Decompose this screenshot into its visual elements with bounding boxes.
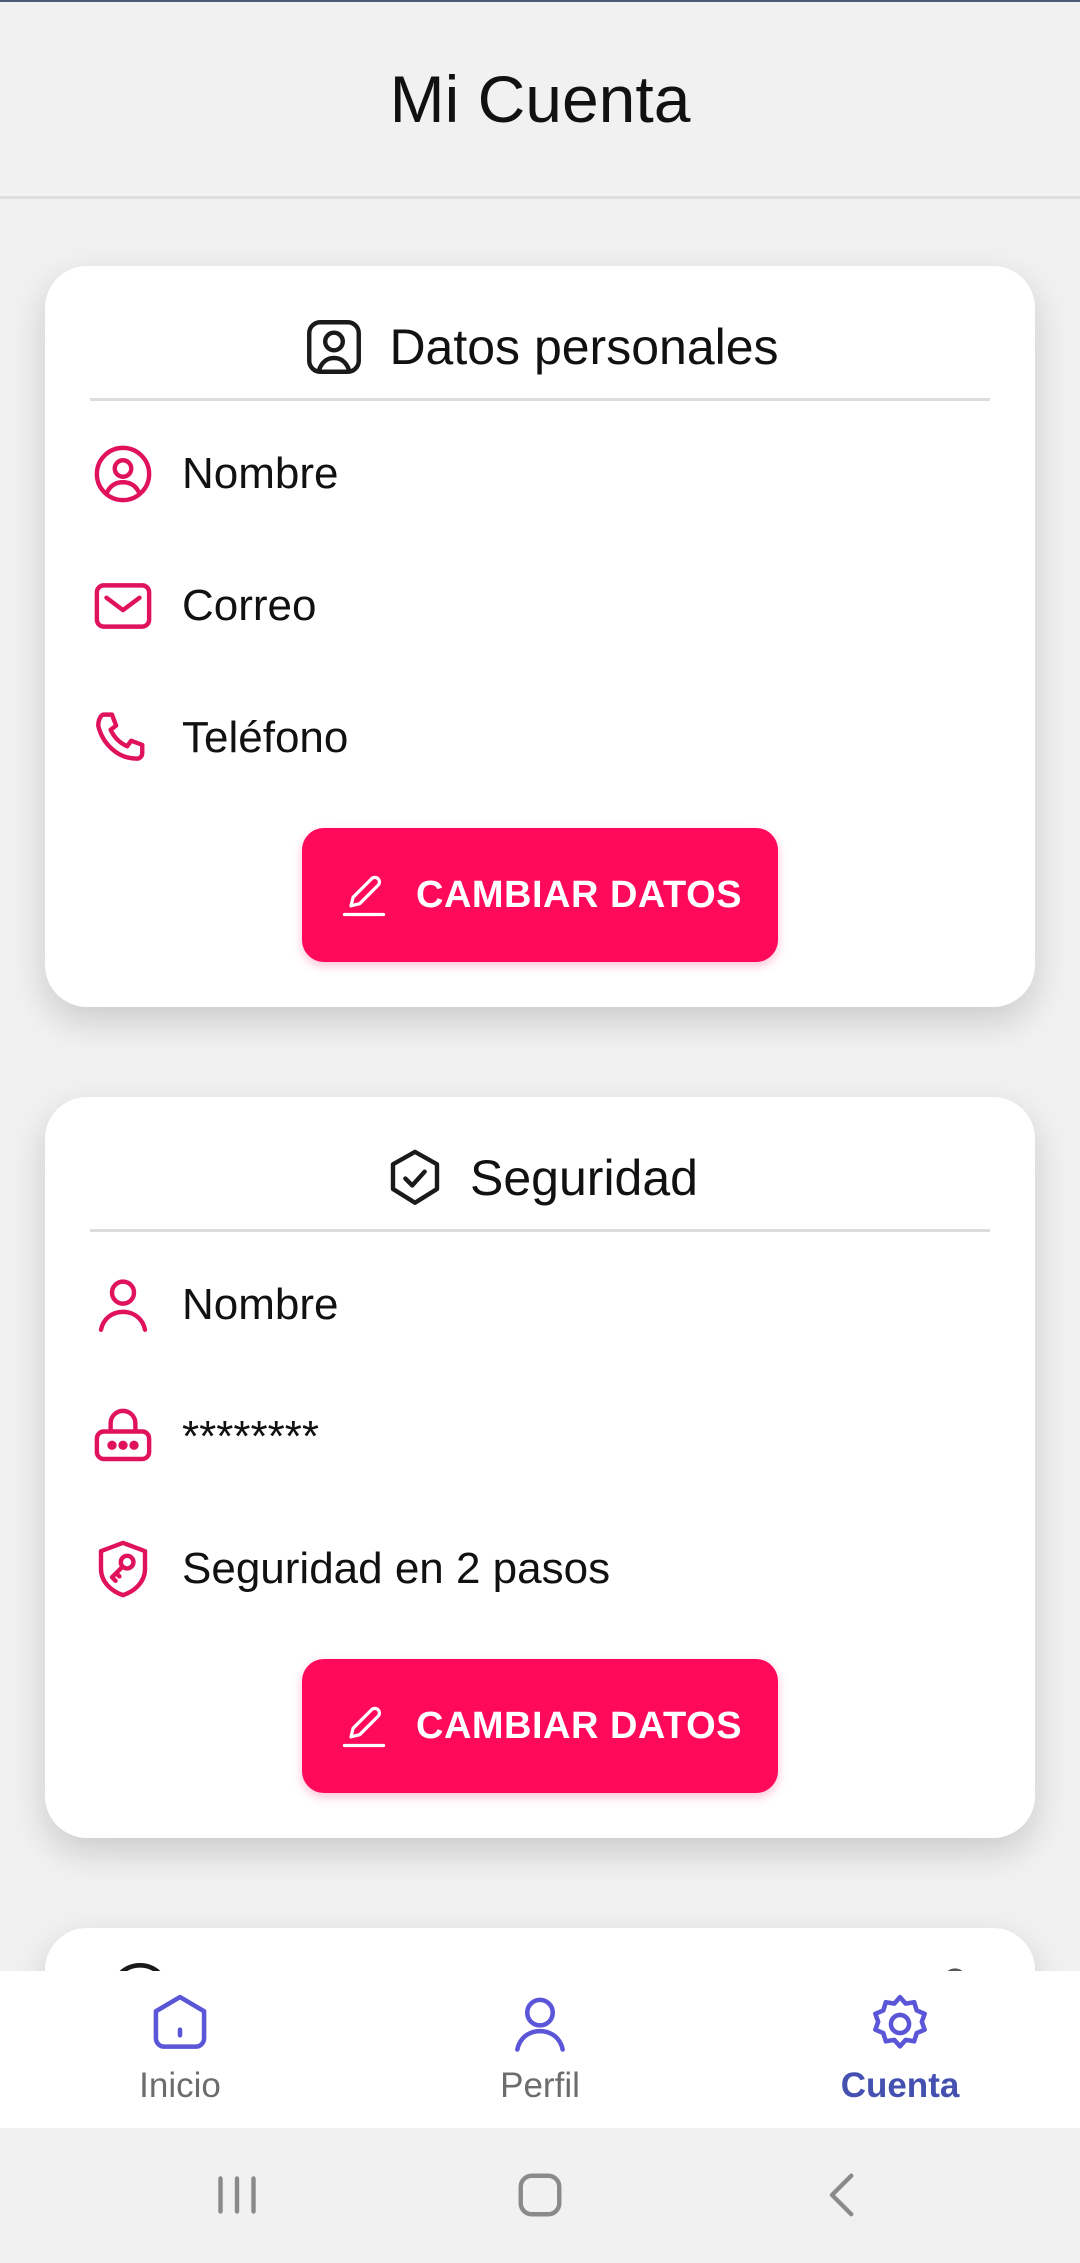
nav-item-perfil[interactable]: Perfil <box>360 1971 720 2128</box>
mail-icon <box>94 583 152 629</box>
personal-data-title: Datos personales <box>389 319 779 375</box>
bottom-navigation: Inicio Perfil Cuenta <box>0 1971 1080 2128</box>
back-icon[interactable] <box>810 2162 876 2228</box>
user-circle-icon <box>94 445 152 503</box>
nav-label-cuenta: Cuenta <box>840 2066 960 2105</box>
user-icon <box>98 1279 148 1332</box>
security-password-row: ******** <box>90 1404 319 1470</box>
shield-check-icon <box>390 1149 440 1205</box>
security-name-label: Nombre <box>182 1280 339 1329</box>
personal-name-label: Nombre <box>182 449 339 498</box>
gear-icon <box>873 1994 927 2049</box>
user-square-icon <box>307 320 362 374</box>
password-lock-icon <box>94 1408 152 1462</box>
personal-phone-row: Teléfono <box>90 705 348 771</box>
nav-item-inicio[interactable]: Inicio <box>0 1971 360 2128</box>
edit-pencil-icon <box>342 1706 386 1748</box>
personal-phone-label: Teléfono <box>182 713 349 762</box>
change-security-data-button[interactable]: CAMBIAR DATOS <box>302 1659 778 1793</box>
security-2fa-label: Seguridad en 2 pasos <box>182 1544 611 1593</box>
change-security-data-label: CAMBIAR DATOS <box>416 1704 742 1747</box>
home-button-icon[interactable] <box>507 2162 573 2228</box>
phone-icon <box>96 712 145 761</box>
security-header: Seguridad <box>90 1127 990 1232</box>
change-personal-data-label: CAMBIAR DATOS <box>416 873 742 916</box>
personal-data-header: Datos personales <box>90 296 990 401</box>
change-personal-data-button[interactable]: CAMBIAR DATOS <box>302 828 778 962</box>
home-icon <box>153 1994 207 2049</box>
edit-pencil-icon <box>342 875 386 917</box>
app-header: Mi Cuenta <box>0 2 1080 199</box>
security-title: Seguridad <box>470 1150 698 1206</box>
personal-name-row: Nombre <box>90 441 339 507</box>
security-name-row: Nombre <box>90 1272 339 1338</box>
profile-icon <box>515 1997 565 2052</box>
nav-label-perfil: Perfil <box>500 2066 580 2105</box>
page-title: Mi Cuenta <box>389 62 691 136</box>
security-card: Seguridad Nombre ******** Seguridad en 2… <box>45 1097 1035 1838</box>
nav-label-inicio: Inicio <box>139 2066 221 2105</box>
security-2fa-row: Seguridad en 2 pasos <box>90 1536 610 1602</box>
shield-key-icon <box>98 1540 148 1598</box>
personal-email-row: Correo <box>90 573 317 639</box>
system-navigation-bar <box>0 2128 1080 2263</box>
nav-item-cuenta[interactable]: Cuenta <box>720 1971 1080 2128</box>
security-password-label: ******** <box>182 1412 319 1461</box>
personal-email-label: Correo <box>182 581 317 630</box>
personal-data-card: Datos personales Nombre Correo Teléfono … <box>45 266 1035 1007</box>
recent-apps-icon[interactable] <box>204 2162 270 2228</box>
